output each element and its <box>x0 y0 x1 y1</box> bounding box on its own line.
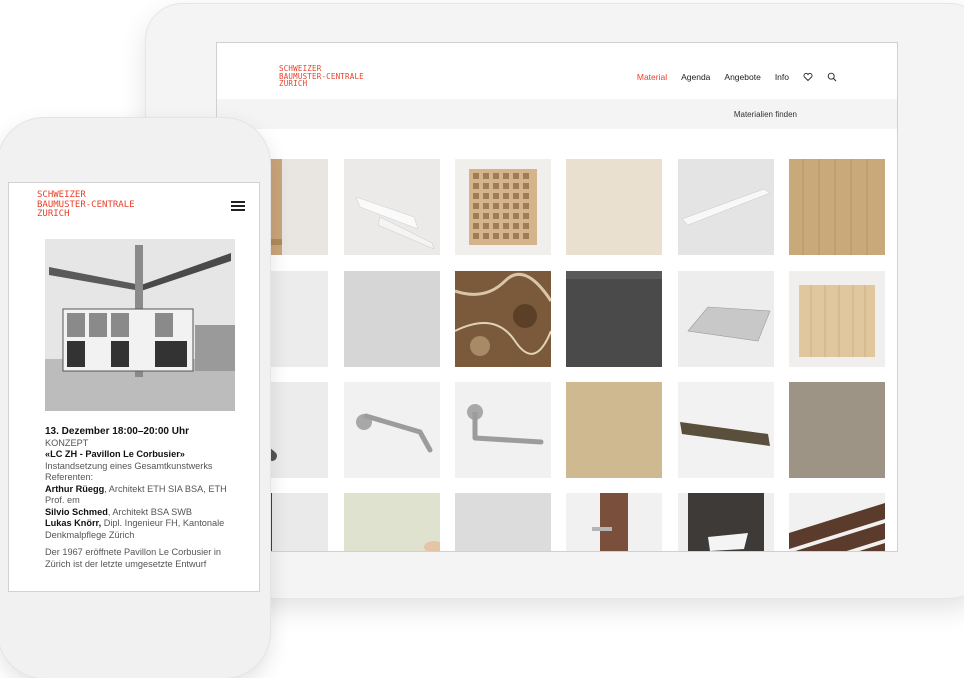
material-tile-metal-plate[interactable] <box>678 271 774 367</box>
tablet-screen: SCHWEIZER BAUMUSTER-CENTRALE ZURICH Mate… <box>216 42 898 552</box>
nav-angebote[interactable]: Angebote <box>724 72 760 82</box>
material-tile-white-panel[interactable] <box>678 159 774 255</box>
speaker-2: Silvio Schmed, Architekt BSA SWB <box>45 507 245 519</box>
speaker-name: Arthur Rüegg <box>45 483 105 494</box>
event-description: Der 1967 eröffnete Pavillon Le Corbusier… <box>45 547 222 569</box>
material-tile-glass-panel[interactable] <box>344 493 440 551</box>
heart-icon[interactable] <box>803 72 813 82</box>
material-tile-door-with-handle[interactable] <box>566 493 662 551</box>
phone-screen: SCHWEIZER BAUMUSTER-CENTRALE ZURICH 13. … <box>8 182 260 592</box>
material-tile-sand-texture[interactable] <box>566 382 662 478</box>
event-date: 13. Dezember 18:00–20:00 Uhr <box>45 426 189 437</box>
material-tile-stone-slab[interactable] <box>678 382 774 478</box>
logo-line: ZURICH <box>279 79 308 88</box>
material-tile-bamboo-block[interactable] <box>789 271 885 367</box>
find-materials-link[interactable]: Materialien finden <box>734 110 797 119</box>
nav-material[interactable]: Material <box>637 72 667 82</box>
speaker-1: Arthur Rüegg, Architekt ETH SIA BSA, ETH… <box>45 484 245 507</box>
nav-agenda[interactable]: Agenda <box>681 72 710 82</box>
phone-device: SCHWEIZER BAUMUSTER-CENTRALE ZURICH 13. … <box>0 118 270 678</box>
speaker-3: Lukas Knörr, Dipl. Ingenieur FH, Kantona… <box>45 518 245 541</box>
site-logo[interactable]: SCHWEIZER BAUMUSTER-CENTRALE ZURICH <box>279 65 364 88</box>
search-icon[interactable] <box>827 72 837 82</box>
speaker-name: Silvio Schmed <box>45 506 108 517</box>
material-tile-door-handle-straight[interactable] <box>455 382 551 478</box>
event-details: 13. Dezember 18:00–20:00 Uhr KONZEPT «LC… <box>45 426 245 570</box>
material-filter-bar: Materialien finden <box>217 99 897 129</box>
material-tile-dark-grey-panel[interactable] <box>566 271 662 367</box>
nav-info[interactable]: Info <box>775 72 789 82</box>
event-image <box>45 239 235 411</box>
material-tile-granite-texture[interactable] <box>789 382 885 478</box>
material-tile-white-profile[interactable] <box>344 159 440 255</box>
material-tile-door-handle-bent[interactable] <box>344 382 440 478</box>
site-logo[interactable]: SCHWEIZER BAUMUSTER-CENTRALE ZURICH <box>37 190 135 220</box>
logo-line: ZURICH <box>37 209 70 219</box>
main-nav: Material Agenda Angebote Info <box>637 72 837 82</box>
material-tile-brown-marble[interactable] <box>455 271 551 367</box>
material-tile-wash-basin[interactable] <box>678 493 774 551</box>
referents-label: Referenten: <box>45 472 94 482</box>
event-type: KONZEPT <box>45 437 89 448</box>
speaker-role: , Architekt BSA SWB <box>107 506 193 517</box>
material-tile-beige-texture[interactable] <box>566 159 662 255</box>
material-tile-grey-panel-light[interactable] <box>455 493 551 551</box>
event-subtitle: Instandsetzung eines Gesamtkunstwerks <box>45 460 213 471</box>
material-tile-wood-veneer[interactable] <box>789 159 885 255</box>
material-tile-dark-wood-decking[interactable] <box>789 493 885 551</box>
speaker-name: Lukas Knörr, <box>45 518 102 528</box>
hamburger-menu-icon[interactable] <box>231 201 245 211</box>
event-title[interactable]: «LC ZH - Pavillon Le Corbusier» <box>45 449 245 461</box>
tablet-header: SCHWEIZER BAUMUSTER-CENTRALE ZURICH Mate… <box>217 43 897 99</box>
material-tile-perforated-block[interactable] <box>455 159 551 255</box>
material-tile-grey-panel[interactable] <box>344 271 440 367</box>
